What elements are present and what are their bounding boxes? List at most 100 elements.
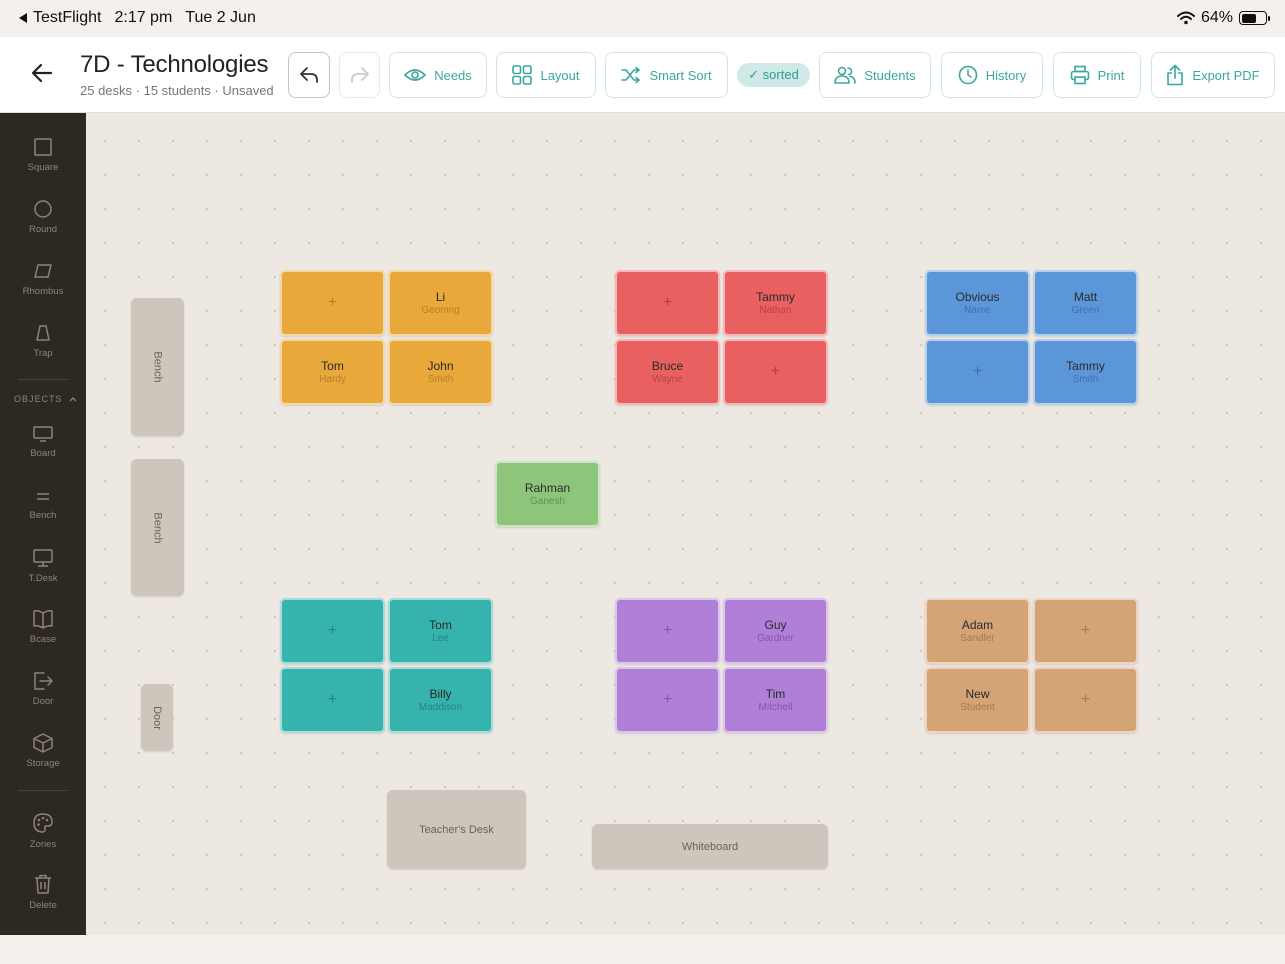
object-storage[interactable]: Storage [0, 733, 86, 769]
status-right: 64% [1176, 9, 1270, 27]
student-desk[interactable]: Bruce Wayne [615, 339, 720, 405]
student-first-name: Tim [765, 686, 786, 701]
student-desk[interactable]: Tammy Smith [1033, 339, 1138, 405]
whiteboard-label: Whiteboard [681, 840, 739, 853]
redo-button[interactable] [339, 52, 380, 98]
delete-tool[interactable]: Delete [0, 873, 86, 911]
student-last-name: Wayne [652, 373, 683, 385]
student-first-name: Obvious [955, 289, 1000, 304]
student-desk[interactable]: Tim Mitchell [723, 667, 828, 733]
student-desk[interactable]: Rahman Ganesh [495, 461, 600, 527]
grid-icon [512, 65, 533, 85]
student-last-name: Gardner [757, 632, 794, 644]
empty-desk[interactable]: + [280, 667, 385, 733]
status-bar: TestFlight 2:17 pm Tue 2 Jun 64% [0, 0, 1285, 37]
zones-label: Zones [29, 839, 57, 850]
add-student-plus-icon: + [662, 294, 673, 311]
student-desk[interactable]: Tom Lee [388, 598, 493, 664]
teachers-desk-object[interactable]: Teacher's Desk [387, 790, 526, 869]
empty-desk[interactable]: + [615, 598, 720, 664]
door-exit-icon [34, 672, 53, 690]
tool-sidebar: Square Round Rhombus Trap OBJECTS Board … [0, 113, 86, 935]
object-board[interactable]: Board [0, 425, 86, 459]
students-label: Students [864, 67, 916, 83]
student-first-name: Tom [321, 358, 344, 373]
empty-desk[interactable]: + [280, 270, 385, 336]
student-desk[interactable]: Tom Hardy [280, 339, 385, 405]
battery-icon [1239, 11, 1270, 25]
student-desk[interactable]: John Smith [388, 339, 493, 405]
tool-trap[interactable]: Trap [0, 323, 86, 359]
student-last-name: Student [960, 701, 995, 713]
whiteboard-object[interactable]: Whiteboard [592, 824, 828, 869]
tool-trap-label: Trap [33, 348, 53, 359]
add-student-plus-icon: + [327, 622, 338, 639]
student-desk[interactable]: Li Geomng [388, 270, 493, 336]
student-last-name: Name [964, 304, 991, 316]
student-last-name: Ganesh [529, 495, 566, 507]
empty-desk[interactable]: + [280, 598, 385, 664]
add-student-plus-icon: + [1080, 622, 1091, 639]
share-icon [1167, 64, 1184, 86]
empty-desk[interactable]: + [1033, 598, 1138, 664]
objects-section-header[interactable]: OBJECTS [14, 394, 77, 404]
zones-tool[interactable]: Zones [0, 812, 86, 850]
student-desk[interactable]: Tammy Nathan [723, 270, 828, 336]
object-door[interactable]: Door [0, 671, 86, 707]
door-object[interactable]: Door [141, 684, 173, 751]
student-last-name: Geomng [421, 304, 460, 316]
add-student-plus-icon: + [662, 691, 673, 708]
print-label: Print [1097, 67, 1125, 83]
needs-button[interactable]: Needs [389, 52, 487, 98]
student-first-name: Tammy [1066, 358, 1105, 373]
undo-button[interactable] [288, 52, 330, 98]
student-desk[interactable]: Obvious Name [925, 270, 1030, 336]
empty-desk[interactable]: + [1033, 667, 1138, 733]
history-button[interactable]: History [941, 52, 1043, 98]
smart-sort-button[interactable]: Smart Sort [605, 52, 728, 98]
empty-desk[interactable]: + [723, 339, 828, 405]
shuffle-icon [621, 67, 641, 83]
bench-label: Bench [151, 511, 164, 544]
bench-object[interactable]: Bench [131, 459, 184, 596]
add-student-plus-icon: + [327, 691, 338, 708]
empty-desk[interactable]: + [615, 270, 720, 336]
student-desk[interactable]: Matt Green [1033, 270, 1138, 336]
tool-round[interactable]: Round [0, 199, 86, 235]
student-desk[interactable]: Guy Gardner [723, 598, 828, 664]
empty-desk[interactable]: + [615, 667, 720, 733]
seating-canvas[interactable] [86, 113, 1285, 935]
bench-icon [37, 493, 49, 500]
export-pdf-button[interactable]: Export PDF [1151, 52, 1275, 98]
empty-desk[interactable]: + [925, 339, 1030, 405]
back-button[interactable] [28, 59, 56, 87]
monitor-icon [33, 549, 53, 567]
tool-square[interactable]: Square [0, 137, 86, 173]
bench-object[interactable]: Bench [131, 298, 184, 436]
tool-rhombus[interactable]: Rhombus [0, 261, 86, 297]
object-bcase[interactable]: Bcase [0, 609, 86, 645]
student-desk[interactable]: Billy Maddison [388, 667, 493, 733]
wifi-icon [1176, 11, 1195, 25]
door-label: Door [151, 705, 163, 730]
student-last-name: Green [1071, 304, 1100, 316]
student-first-name: Bruce [651, 358, 684, 373]
students-button[interactable]: Students [819, 52, 931, 98]
palette-icon [33, 813, 53, 833]
trapezoid-icon [36, 325, 50, 341]
board-icon [33, 426, 53, 442]
student-desk[interactable]: New Student [925, 667, 1030, 733]
student-last-name: Hardy [319, 373, 346, 385]
battery-level [1241, 13, 1257, 23]
student-desk[interactable]: Adam Sandler [925, 598, 1030, 664]
object-bench[interactable]: Bench [0, 489, 86, 521]
print-button[interactable]: Print [1053, 52, 1141, 98]
back-to-app-link[interactable]: TestFlight [18, 9, 101, 27]
object-tdesk[interactable]: T.Desk [0, 548, 86, 584]
layout-button[interactable]: Layout [496, 52, 596, 98]
box-icon [33, 733, 53, 753]
student-last-name: Lee [432, 632, 449, 644]
title-block: 7D - Technologies 25 desks · 15 students… [80, 51, 274, 98]
object-bcase-label: Bcase [29, 634, 57, 645]
bench-label: Bench [151, 351, 164, 383]
